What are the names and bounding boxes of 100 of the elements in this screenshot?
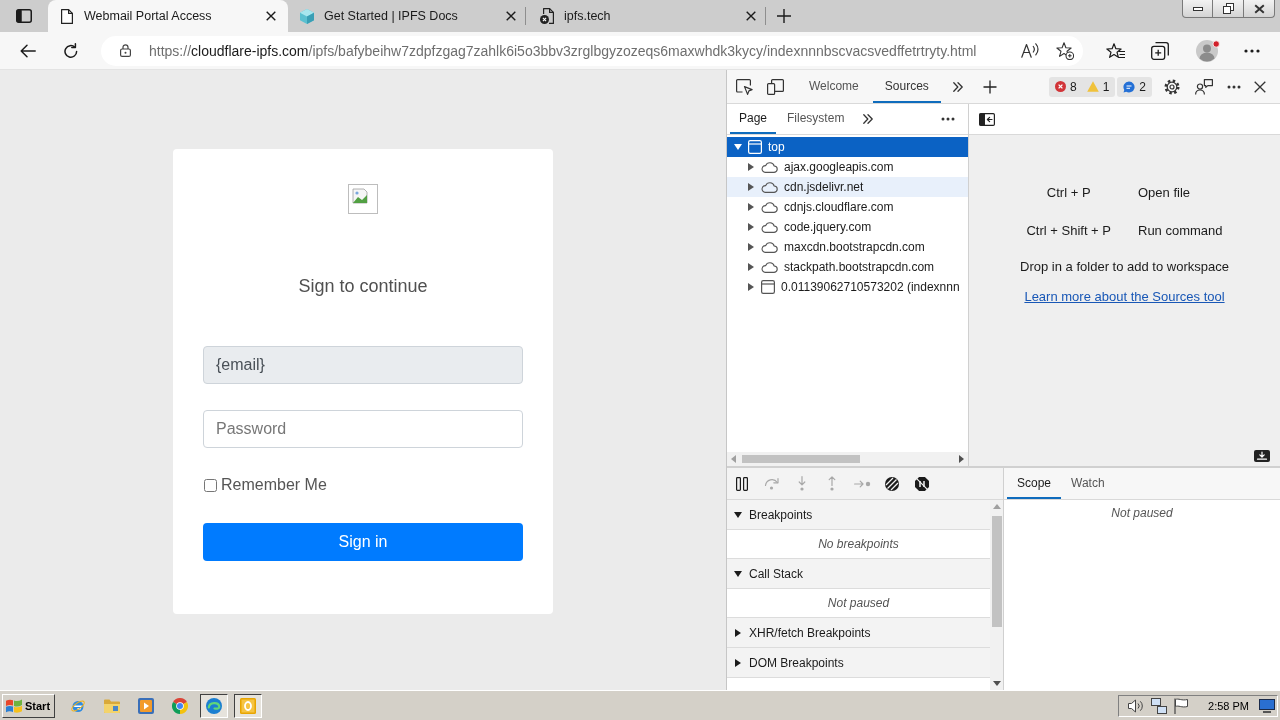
avatar-icon[interactable]	[1196, 39, 1220, 62]
triangle-down-icon[interactable]	[734, 511, 742, 518]
pointer-box-icon[interactable]	[736, 78, 753, 95]
sidebar-tab[interactable]: Scope	[1007, 468, 1062, 499]
folder-icon	[104, 698, 121, 713]
navigator-tab[interactable]: Page	[730, 104, 777, 134]
plus-icon[interactable]	[777, 9, 791, 23]
section-header[interactable]: Call Stack	[727, 559, 990, 589]
cube-icon	[300, 8, 314, 24]
scroll-left-icon	[731, 455, 736, 463]
cloud-icon	[761, 241, 778, 253]
browser-tab[interactable]: ipfs.tech	[528, 0, 768, 32]
scrollbar-thumb[interactable]	[991, 516, 1002, 627]
devices-icon[interactable]	[767, 78, 784, 95]
tray-arrow-icon[interactable]	[1254, 450, 1270, 462]
windows-flag-icon	[6, 698, 22, 713]
tree-item[interactable]: maxcdn.bootstrapcdn.com	[727, 237, 968, 257]
sign-in-button[interactable]: Sign in	[203, 523, 523, 561]
triangle-right-icon[interactable]	[748, 283, 754, 291]
start-button[interactable]: Start	[2, 693, 56, 718]
segmented-circle-icon	[172, 697, 189, 714]
monitor-icon[interactable]	[1259, 698, 1275, 713]
ring-tile-icon	[240, 697, 257, 714]
scrollbar-thumb[interactable]	[742, 455, 860, 463]
scroll-up-icon	[992, 504, 1001, 509]
restore-icon	[1222, 3, 1234, 14]
taskbar-app-button[interactable]	[200, 693, 229, 718]
tree-item[interactable]: 0.01139062710573202 (indexnnn	[727, 277, 968, 297]
shortcut-action: Open file	[1138, 185, 1192, 201]
star-list-icon[interactable]	[1106, 42, 1125, 59]
navigator-tab[interactable]: Filesystem	[778, 104, 854, 134]
close-icon[interactable]	[506, 11, 516, 21]
close-icon[interactable]	[746, 11, 756, 21]
letter-sound-icon[interactable]	[1021, 43, 1039, 58]
section-header[interactable]: DOM Breakpoints	[727, 648, 990, 678]
tree-item[interactable]: cdnjs.cloudflare.com	[727, 197, 968, 217]
tree-item[interactable]: stackpath.bootstrapcdn.com	[727, 257, 968, 277]
person-bubble-icon[interactable]	[1195, 78, 1213, 95]
window-icon	[761, 280, 775, 294]
taskbar-app-button[interactable]	[234, 693, 263, 718]
flag-icon[interactable]	[1174, 697, 1189, 714]
close-icon[interactable]	[266, 11, 276, 21]
back-arrow-icon[interactable]	[20, 43, 36, 58]
slashed-circle-icon[interactable]	[885, 476, 899, 491]
devtools-tab[interactable]: Sources	[872, 70, 941, 103]
horizontal-scrollbar[interactable]	[727, 452, 968, 466]
vertical-scrollbar[interactable]	[990, 500, 1003, 690]
settings-icon[interactable]	[1164, 78, 1180, 95]
section-header[interactable]: XHR/fetch Breakpoints	[727, 618, 990, 648]
double-chevron-icon[interactable]	[952, 81, 963, 92]
password-field[interactable]: Password	[203, 410, 523, 448]
remember-checkbox[interactable]	[204, 478, 217, 492]
cloud-icon	[761, 161, 778, 173]
messages-button[interactable]: 2	[1117, 76, 1152, 97]
restore-button[interactable]	[1213, 0, 1244, 18]
browser-tab[interactable]: Webmail Portal Access	[48, 0, 288, 32]
tree-item[interactable]: ajax.googleapis.com	[727, 157, 968, 177]
learn-more-link[interactable]: Learn more about the Sources tool	[1024, 289, 1225, 305]
section-header[interactable]: Breakpoints	[727, 500, 990, 530]
close-icon[interactable]	[1254, 80, 1266, 93]
triangle-right-icon[interactable]	[735, 628, 741, 637]
ringed-circle-icon	[70, 697, 87, 714]
issues-button[interactable]: 8 1	[1048, 76, 1116, 97]
scroll-down-icon	[992, 681, 1001, 686]
cloud-icon	[761, 181, 778, 193]
lock-icon[interactable]	[120, 44, 131, 57]
more-icon[interactable]	[941, 117, 955, 121]
triangle-down-icon[interactable]	[734, 570, 742, 577]
more-icon[interactable]	[1244, 48, 1260, 53]
squares-plus-icon[interactable]	[1151, 41, 1169, 60]
tree-item[interactable]: top	[727, 137, 968, 157]
triangle-right-icon[interactable]	[748, 223, 754, 231]
tree-item[interactable]: code.jquery.com	[727, 217, 968, 237]
pause-icon[interactable]	[736, 476, 748, 491]
speaker-icon[interactable]	[1128, 698, 1145, 713]
triangle-right-icon[interactable]	[748, 183, 754, 191]
minimize-button[interactable]	[1182, 0, 1213, 18]
minimize-icon	[1192, 6, 1203, 11]
network-icon[interactable]	[1151, 697, 1168, 714]
triangle-right-icon[interactable]	[748, 203, 754, 211]
cloud-icon	[761, 221, 778, 233]
address-field[interactable]: https://cloudflare-ipfs.com/ipfs/bafybeihw7zdpfzgag7zahlk6i5o3bbv3zrglbgyzozeqs6maxwhdk3kycy/indexnnnbscvacsvedffetrtryty.html	[101, 35, 1083, 66]
more-icon[interactable]	[1227, 84, 1241, 89]
warning-icon	[1086, 81, 1099, 92]
star-plus-icon[interactable]	[1056, 41, 1074, 60]
document-icon	[61, 8, 73, 24]
slashed-pause-icon[interactable]	[915, 476, 929, 491]
sidebar-tab[interactable]: Watch	[1061, 468, 1115, 499]
devtools-tab[interactable]: Welcome	[797, 70, 871, 103]
double-chevron-icon[interactable]	[863, 114, 874, 124]
browser-tab[interactable]: Get Started | IPFS Docs	[288, 0, 528, 32]
triangle-right-icon[interactable]	[748, 263, 754, 271]
close-button[interactable]	[1244, 0, 1275, 18]
tree-item[interactable]: cdn.jsdelivr.net	[727, 177, 968, 197]
tabs-panel-icon[interactable]	[16, 9, 32, 23]
plus-icon[interactable]	[982, 79, 997, 94]
triangle-right-icon[interactable]	[748, 163, 754, 171]
reload-icon[interactable]	[64, 43, 78, 58]
triangle-right-icon[interactable]	[748, 243, 754, 251]
triangle-right-icon[interactable]	[735, 658, 741, 667]
